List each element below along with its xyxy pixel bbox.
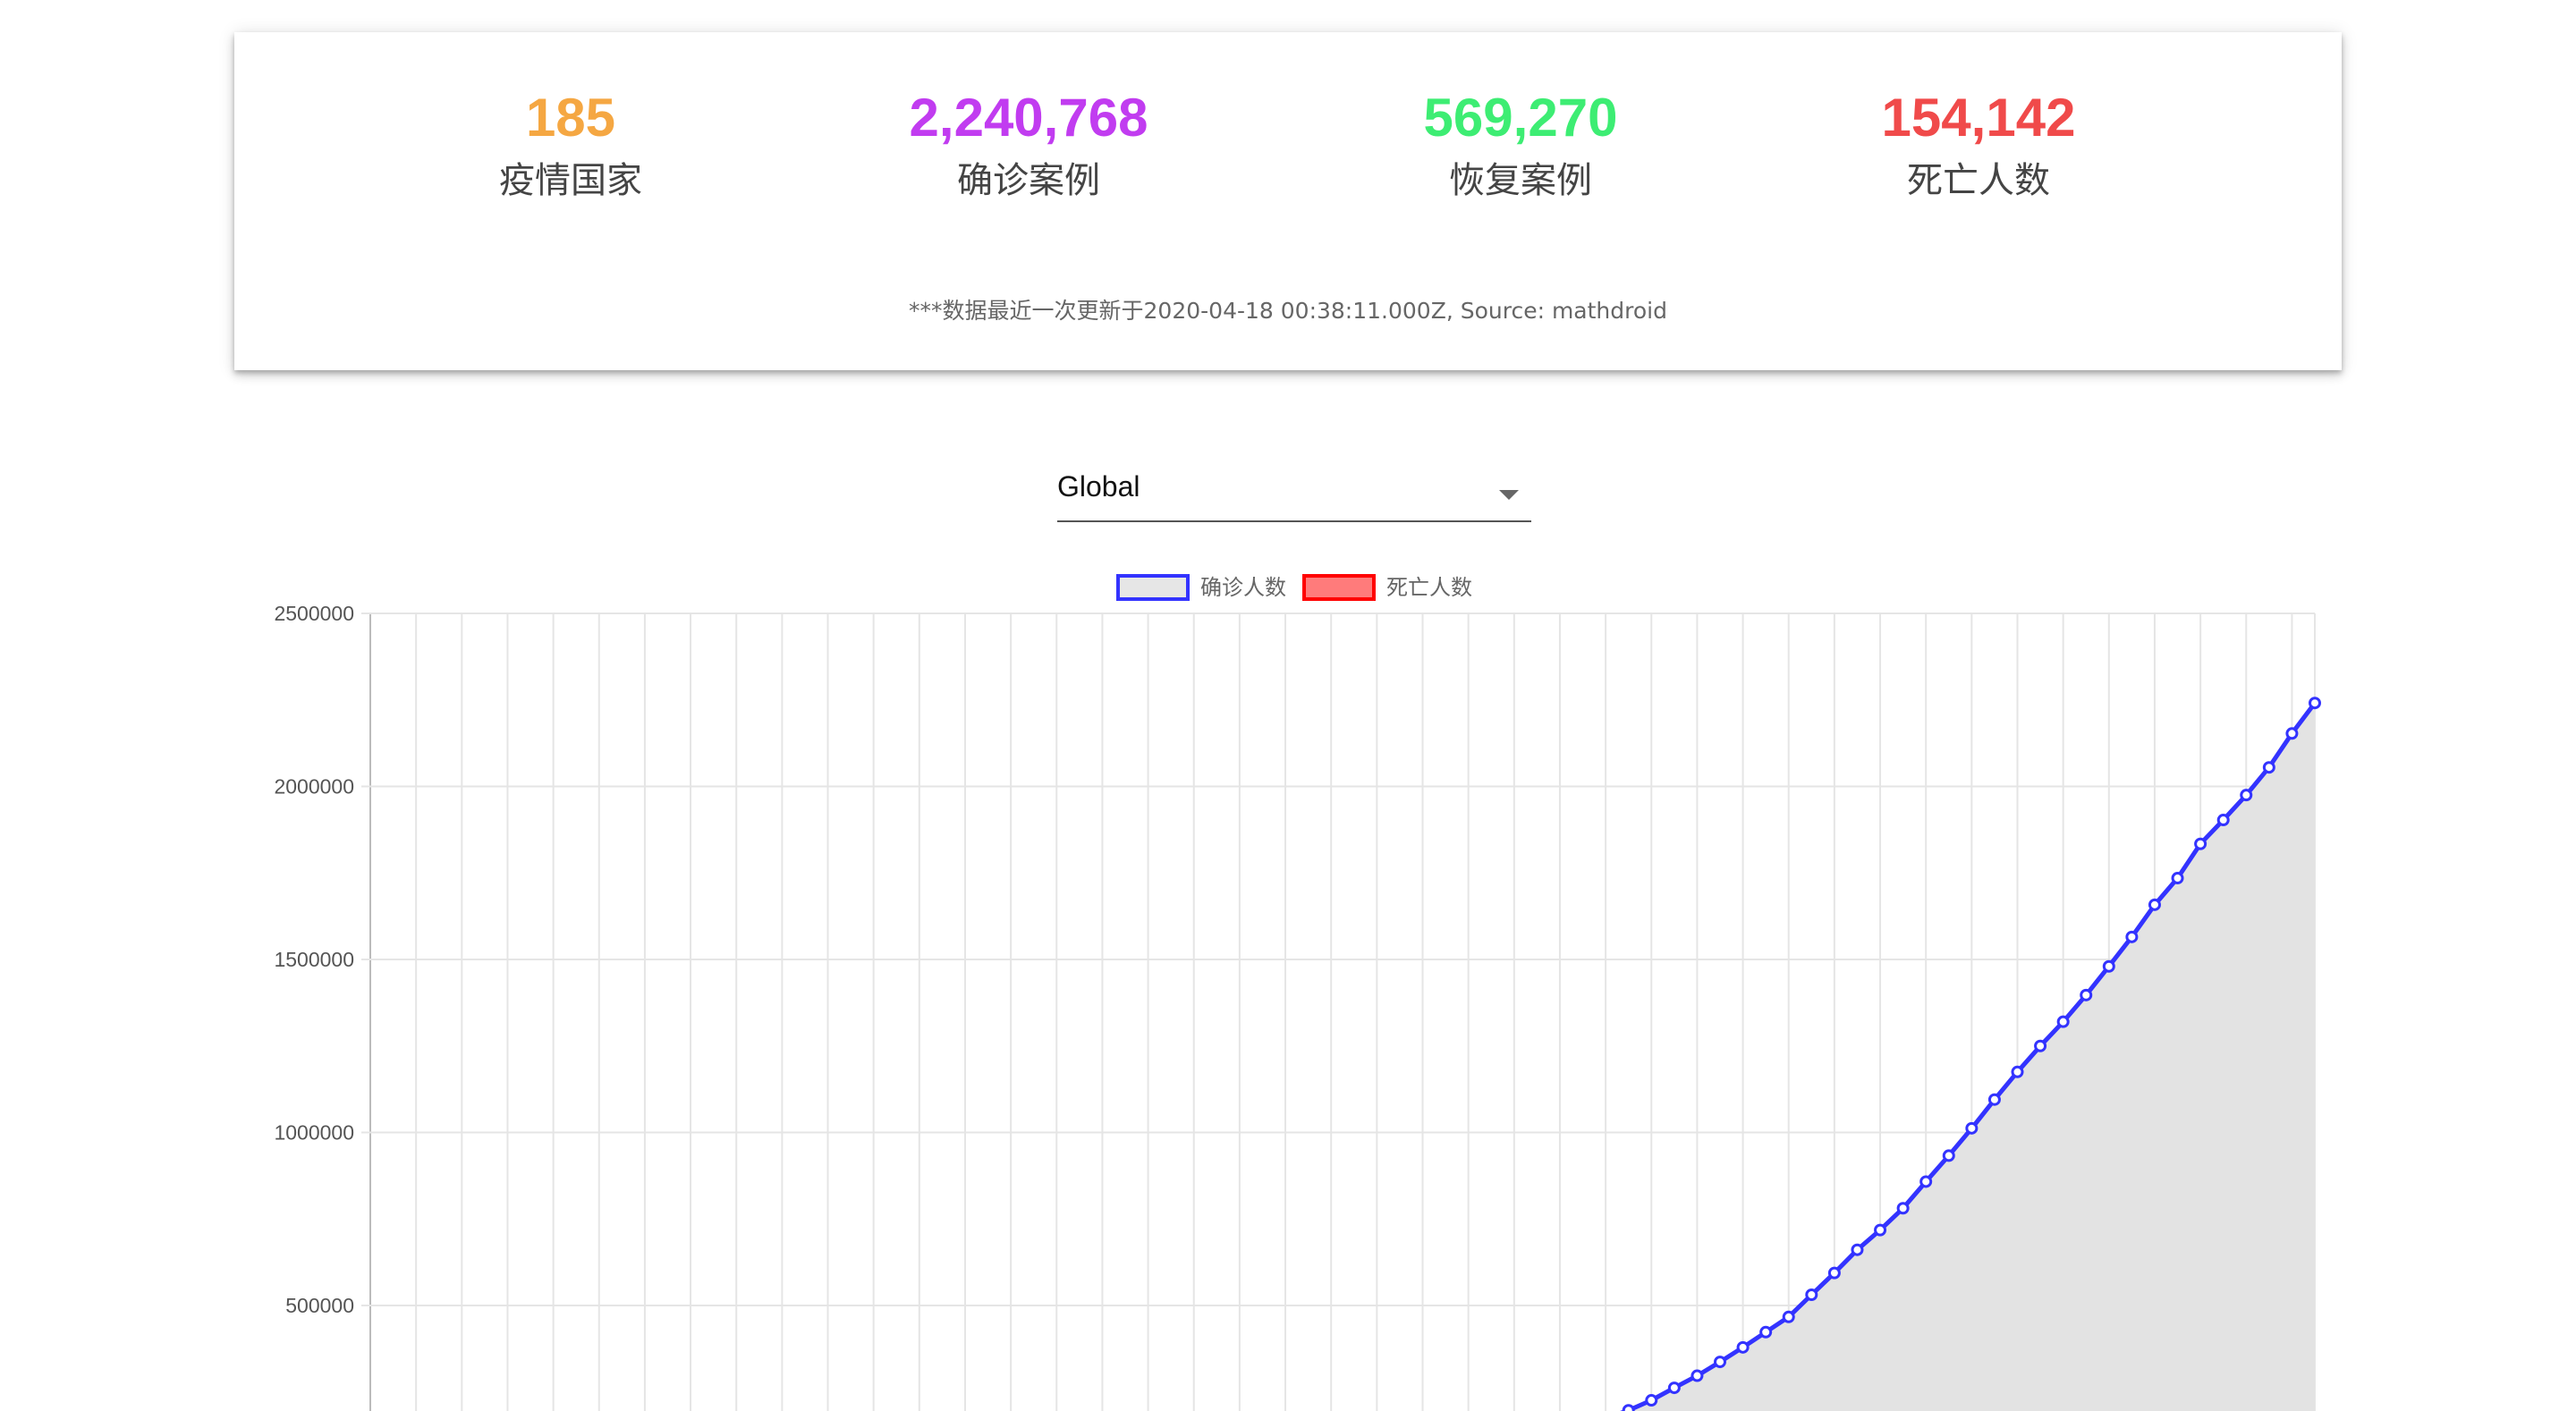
data-point [1667, 1381, 1681, 1395]
line-chart: 2500000 2000000 1500000 1000000 500000 确诊人数 死亡… [274, 574, 2321, 1411]
data-point [2080, 988, 2093, 1001]
legend-swatch [1116, 574, 1190, 601]
data-point [1827, 1266, 1841, 1280]
data-point [1690, 1369, 1704, 1382]
data-point [1851, 1243, 1864, 1256]
data-point [2171, 872, 2184, 885]
data-point [1782, 1310, 1795, 1323]
data-point [2148, 898, 2161, 911]
data-point [1645, 1394, 1658, 1407]
data-point [1896, 1202, 1910, 1215]
data-point [2262, 761, 2275, 774]
data-point [2011, 1065, 2024, 1078]
data-point [1736, 1340, 1750, 1354]
data-point [1919, 1175, 1933, 1188]
y-tick-label: 2500000 [274, 602, 354, 625]
y-tick-label: 1000000 [274, 1121, 354, 1145]
y-tick-label: 2000000 [274, 775, 354, 798]
legend-label: 死亡人数 [1386, 575, 1472, 600]
data-point [2285, 727, 2299, 740]
data-point [1874, 1223, 1887, 1237]
data-point [1622, 1404, 1635, 1411]
data-point [2125, 930, 2139, 943]
y-tick-label: 500000 [285, 1294, 354, 1317]
data-point [1965, 1121, 1979, 1135]
data-point [2309, 697, 2321, 710]
data-point [2216, 814, 2230, 827]
data-point [2056, 1015, 2070, 1028]
data-point [2194, 837, 2207, 850]
y-tick-label: 1500000 [274, 948, 354, 971]
legend-swatch [1302, 574, 1376, 601]
data-point [2240, 789, 2253, 802]
data-point [1759, 1325, 1773, 1339]
data-point [2102, 959, 2115, 973]
data-point [1987, 1093, 2001, 1106]
data-point [1942, 1149, 1955, 1162]
legend-label: 确诊人数 [1200, 575, 1286, 600]
data-point [1805, 1288, 1818, 1302]
data-point [2034, 1039, 2047, 1052]
data-point [1714, 1356, 1727, 1369]
